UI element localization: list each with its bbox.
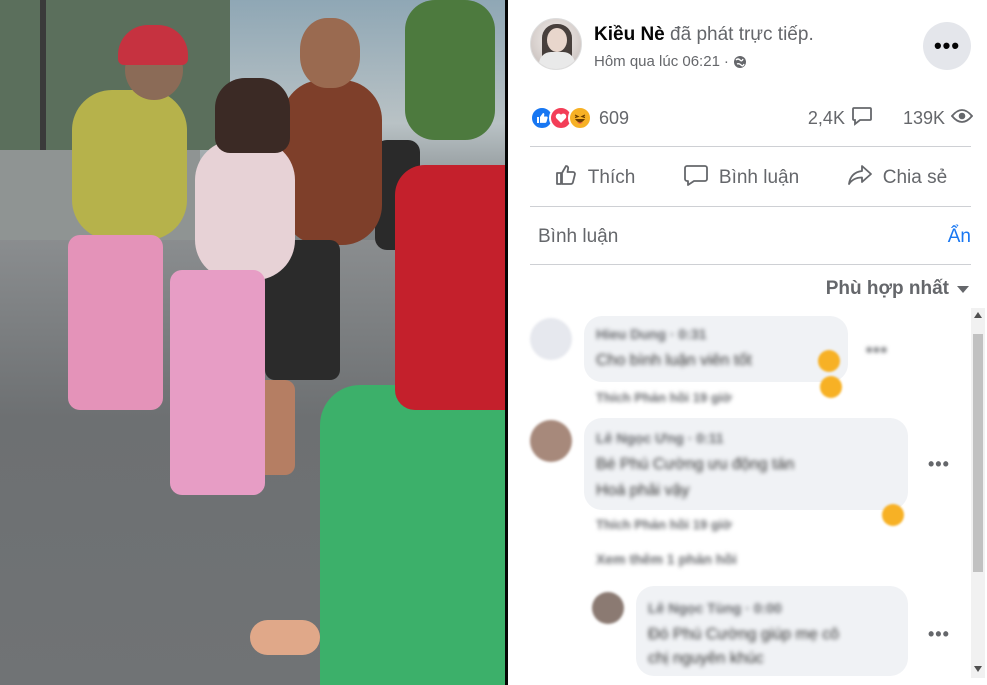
view-replies-link[interactable]: Xem thêm 1 phản hồi (596, 551, 737, 567)
author-line: Kiều Nè đã phát trực tiếp. (594, 24, 814, 46)
comment-options-icon[interactable]: ••• (928, 454, 950, 475)
comment-bubble: Lê Ngọc Ưng · 0:11 Bé Phú Cường ưu động … (584, 418, 908, 510)
thumbs-up-icon (554, 163, 578, 193)
post-header: Kiều Nè đã phát trực tiếp. Hôm qua lúc 0… (530, 18, 971, 76)
emoji-reaction-icon (818, 350, 840, 372)
globe-icon (733, 55, 747, 69)
replier-name[interactable]: Lê Ngọc Tùng · 0:00 (648, 600, 782, 616)
comment-options-icon[interactable]: ••• (866, 340, 888, 361)
meta-separator: · (723, 53, 729, 70)
video-person-man-shirt (282, 80, 382, 245)
comment-bubble: Hieu Dung · 0:31 Cho bình luận viên tốt (584, 316, 848, 382)
scroll-down-arrow-icon[interactable] (974, 666, 982, 672)
video-pole (40, 0, 46, 170)
video-person-pink-pants (68, 235, 163, 410)
author-avatar[interactable] (530, 18, 582, 70)
video-person-yellow-jacket (72, 90, 187, 240)
divider-top (530, 146, 971, 147)
comments-scrollbar[interactable] (971, 308, 985, 678)
post-stats: 2,4K 139K (808, 104, 974, 132)
like-label: Thích (587, 167, 636, 188)
sort-label: Phù hợp nhất (825, 278, 949, 299)
emoji-reaction-icon (882, 504, 904, 526)
author-action: đã phát trực tiếp. (670, 24, 814, 45)
video-person-foot (250, 620, 320, 655)
commenter-avatar[interactable] (530, 420, 572, 462)
comment-text-line: Bé Phú Cường ưu động tán (596, 456, 795, 473)
reactions-count: 609 (599, 107, 630, 128)
commenter-name[interactable]: Lê Ngọc Ưng · 0:11 (596, 430, 724, 446)
share-label: Chia sẻ (882, 167, 948, 188)
reply-bubble: Lê Ngọc Tùng · 0:00 Đó Phú Cường giúp mẹ… (636, 586, 908, 676)
eye-icon (950, 108, 974, 129)
comments-count[interactable]: 2,4K (808, 108, 845, 129)
reply-text-line: chị nguyên khúc (648, 650, 764, 667)
video-person-pink-floral-pants (170, 270, 265, 495)
comments-title: Bình luận (538, 226, 619, 247)
comment-icon (683, 163, 709, 193)
comment-options-icon[interactable]: ••• (928, 624, 950, 645)
views-count: 139K (902, 107, 945, 128)
video-person-pink-hoodie (195, 140, 295, 280)
video-person-man-head (300, 18, 360, 88)
scroll-thumb[interactable] (973, 334, 983, 572)
video-person-hair (215, 78, 290, 153)
share-arrow-icon (847, 163, 873, 193)
comment-label: Bình luận (718, 167, 800, 188)
hide-comments-link[interactable]: Ẩn (948, 226, 971, 248)
comments-header: Bình luận Ẩn (538, 222, 971, 252)
video-tree (405, 0, 495, 140)
reactions-summary[interactable]: 609 (530, 104, 629, 132)
commenter-avatar[interactable] (530, 318, 572, 360)
like-button[interactable]: Thích (554, 163, 636, 193)
replier-avatar[interactable] (592, 592, 624, 624)
commenter-name[interactable]: Hieu Dung · 0:31 (596, 326, 706, 342)
video-person-green-pants (320, 385, 505, 685)
sort-dropdown[interactable]: Phù hợp nhất (826, 278, 969, 300)
comment-meta[interactable]: Thích Phản hồi 19 giờ (596, 517, 732, 532)
haha-reaction-icon (568, 106, 592, 130)
post-panel: Kiều Nè đã phát trực tiếp. Hôm qua lúc 0… (508, 0, 987, 685)
divider-comments (530, 264, 971, 265)
comment-text: Cho bình luận viên tốt (596, 352, 752, 369)
caret-down-icon (957, 285, 969, 293)
action-bar: Thích Bình luận Chia sẻ (530, 150, 971, 206)
more-options-button[interactable]: ••• (923, 22, 971, 70)
post-timestamp[interactable]: Hôm qua lúc 06:21 (594, 53, 720, 70)
comment-meta[interactable]: Thích Phản hồi 19 giờ (596, 390, 732, 405)
more-dots-icon: ••• (933, 33, 961, 58)
emoji-reaction-icon (820, 376, 842, 398)
video-person-red-shirt (395, 165, 505, 410)
live-video-frame[interactable] (0, 0, 505, 685)
share-button[interactable]: Chia sẻ (847, 163, 947, 193)
author-name[interactable]: Kiều Nè (594, 24, 665, 45)
scroll-up-arrow-icon[interactable] (974, 312, 982, 318)
divider-actions (530, 206, 971, 207)
comment-bubble-icon (851, 106, 873, 131)
reply-text-line: Đó Phú Cường giúp mẹ cô (648, 626, 840, 643)
post-meta: Hôm qua lúc 06:21 · (594, 53, 747, 70)
comment-text-line: Hoá phải vậy (596, 482, 690, 499)
comment-button[interactable]: Bình luận (683, 163, 799, 193)
